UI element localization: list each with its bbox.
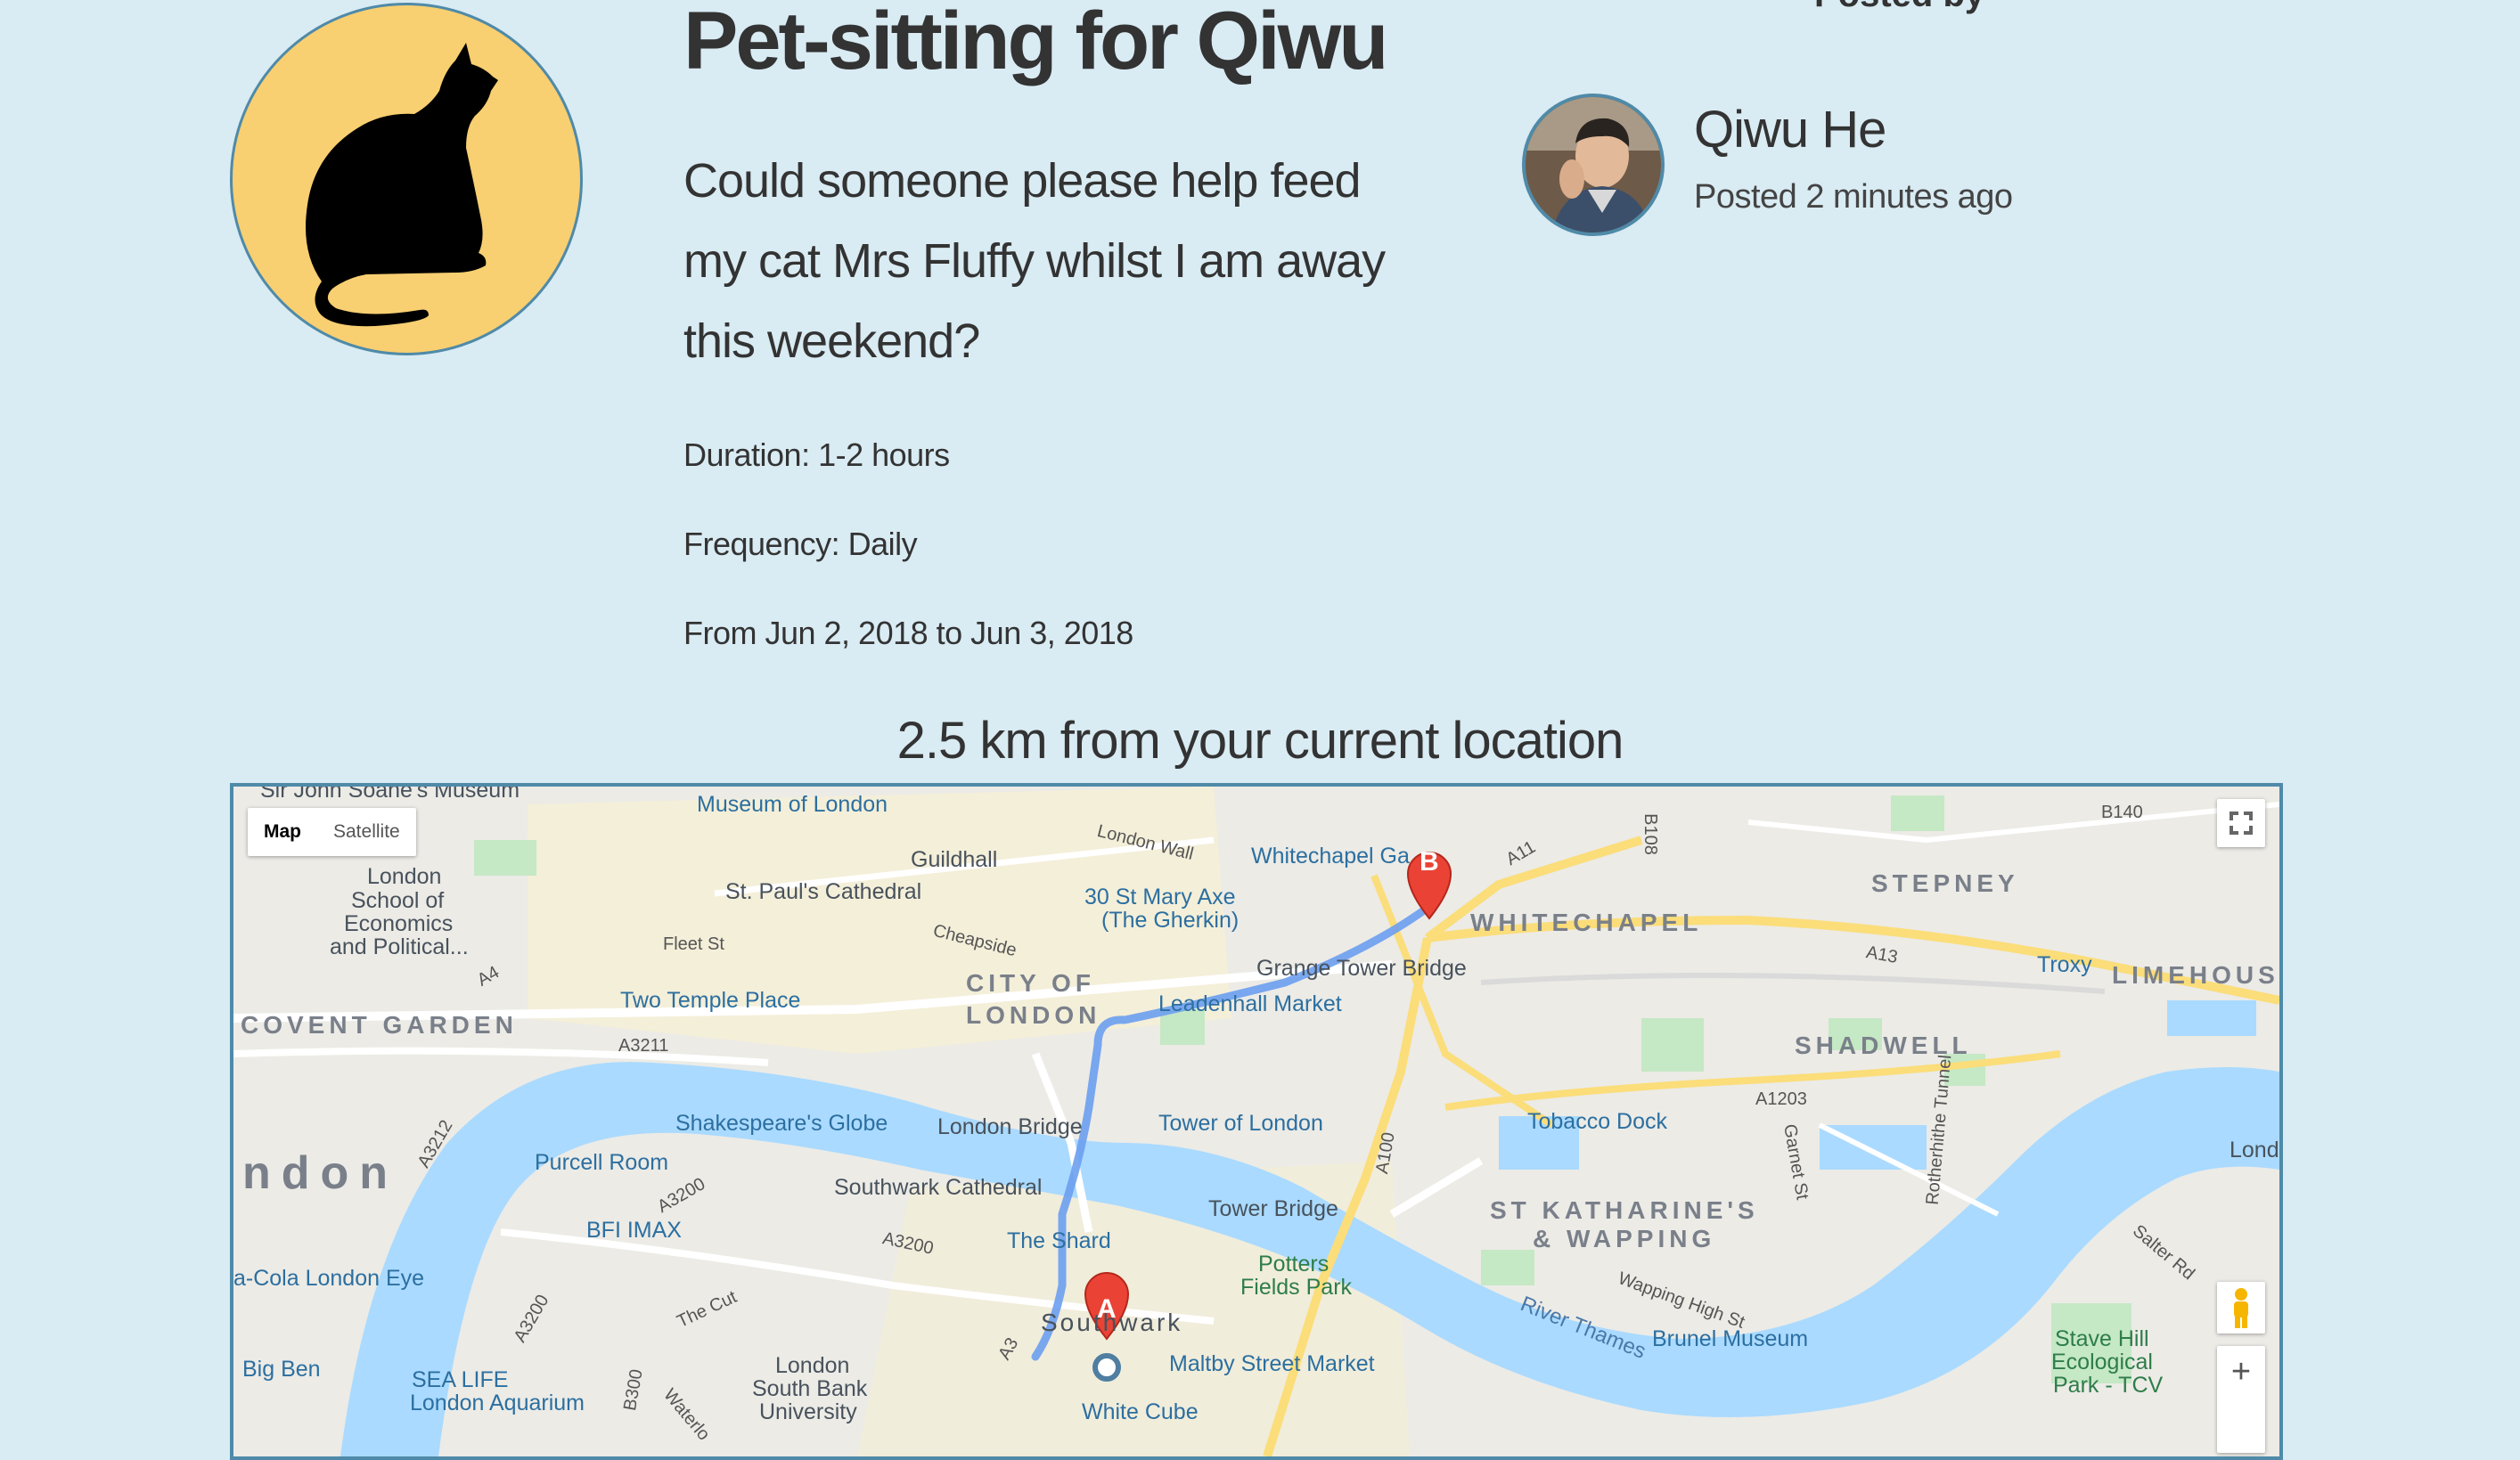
district-label: STEPNEY: [1871, 869, 2019, 897]
poi-label[interactable]: (The Gherkin): [1101, 908, 1239, 934]
poi-label[interactable]: and Political...: [330, 934, 469, 960]
poi-label[interactable]: Whitechapel Ga: [1251, 844, 1410, 869]
post-dates: From Jun 2, 2018 to Jun 3, 2018: [683, 615, 1133, 651]
poi-label[interactable]: SEA LIFE: [412, 1367, 508, 1393]
fullscreen-button[interactable]: [2217, 799, 2265, 847]
posted-by-label: Posted by: [1814, 0, 1984, 15]
road-label: B108: [1640, 813, 1660, 855]
poi-label[interactable]: Brunel Museum: [1652, 1326, 1808, 1352]
post-description: Could someone please help feed my cat Mr…: [683, 154, 1386, 368]
road-label: Fleet St: [663, 934, 724, 954]
poi-label[interactable]: London: [775, 1353, 849, 1379]
poi-label[interactable]: Potters: [1258, 1252, 1329, 1277]
map-type-satellite-button[interactable]: Satellite: [317, 808, 416, 856]
poi-label[interactable]: University: [759, 1399, 857, 1425]
road-label: B140: [2101, 803, 2143, 822]
poi-label[interactable]: Troxy: [2037, 952, 2092, 978]
poi-label[interactable]: Economics: [344, 911, 453, 937]
post-duration: Duration: 1-2 hours: [683, 436, 950, 473]
poi-label[interactable]: St. Paul's Cathedral: [725, 879, 921, 905]
map-type-map-button[interactable]: Map: [248, 808, 317, 856]
marker-b-label[interactable]: B: [1420, 847, 1439, 877]
poi-label[interactable]: Park - TCV: [2053, 1373, 2163, 1399]
poi-label[interactable]: BFI IMAX: [586, 1218, 682, 1244]
district-label: COVENT GARDEN: [241, 1011, 518, 1039]
poi-label[interactable]: Leadenhall Market: [1158, 991, 1342, 1017]
district-label: WHITECHAPEL: [1470, 909, 1703, 936]
user-photo-image: [1526, 97, 1661, 232]
poi-label[interactable]: Stave Hill: [2055, 1326, 2149, 1352]
poi-label[interactable]: Fields Park: [1240, 1275, 1352, 1301]
poi-label[interactable]: Big Ben: [242, 1357, 321, 1383]
poi-label[interactable]: Tower of London: [1158, 1111, 1323, 1137]
cat-icon: [306, 43, 498, 327]
poi-label[interactable]: South Bank: [752, 1376, 867, 1402]
poi-label[interactable]: London: [367, 865, 441, 888]
post-title: Pet-sitting for Qiwu: [683, 0, 1388, 86]
poi-label[interactable]: Tower Bridge: [1208, 1196, 1338, 1222]
post-category-avatar: [230, 3, 583, 355]
pegman-icon: [2234, 1288, 2248, 1328]
poi-label[interactable]: Shakespeare's Globe: [675, 1111, 888, 1137]
poi-label[interactable]: Londo: [2230, 1138, 2279, 1163]
poi-label[interactable]: Purcell Room: [535, 1150, 668, 1176]
district-label: CITY OF: [966, 969, 1095, 997]
poi-label[interactable]: Grange Tower Bridge: [1256, 956, 1467, 982]
map-type-control: Map Satellite: [248, 808, 416, 856]
poster-name[interactable]: Qiwu He: [1694, 100, 1886, 159]
district-label: & WAPPING: [1533, 1225, 1716, 1252]
poi-label[interactable]: Guildhall: [911, 847, 997, 873]
poi-label[interactable]: Tobacco Dock: [1527, 1109, 1667, 1135]
poi-label[interactable]: Sir John Soane's Museum: [260, 787, 520, 803]
poi-label[interactable]: Ecological: [2051, 1350, 2153, 1375]
distance-text: 2.5 km from your current location: [896, 712, 1624, 770]
poi-label[interactable]: Maltby Street Market: [1169, 1351, 1375, 1377]
route-map[interactable]: A B CITY OF LONDON COVENT GARDEN WHITECH…: [230, 783, 2283, 1460]
avatar[interactable]: [1522, 94, 1665, 236]
post-frequency: Frequency: Daily: [683, 526, 918, 562]
posted-time: Posted 2 minutes ago: [1694, 178, 2013, 216]
district-label: ndon: [242, 1147, 399, 1199]
poi-label[interactable]: School of: [351, 888, 444, 914]
road-label: A1203: [1755, 1089, 1807, 1109]
district-label: LIMEHOUSE: [2112, 961, 2283, 989]
poi-label[interactable]: London Bridge: [937, 1114, 1083, 1140]
zoom-in-button[interactable]: +: [2217, 1346, 2265, 1453]
poi-label[interactable]: Two Temple Place: [620, 988, 800, 1014]
poi-label[interactable]: Southwark Cathedral: [834, 1175, 1042, 1201]
poi-label[interactable]: 30 St Mary Axe: [1084, 885, 1236, 910]
poi-label[interactable]: White Cube: [1082, 1399, 1199, 1425]
district-label: LONDON: [966, 1001, 1101, 1029]
poi-label[interactable]: a-Cola London Eye: [233, 1266, 424, 1292]
poi-label[interactable]: Museum of London: [697, 792, 888, 818]
poi-label[interactable]: Southwark: [1041, 1309, 1182, 1337]
fullscreen-icon: [2230, 812, 2253, 835]
street-view-button[interactable]: [2217, 1282, 2265, 1334]
poi-label[interactable]: London Aquarium: [410, 1391, 585, 1416]
poi-label[interactable]: The Shard: [1007, 1228, 1111, 1254]
district-label: ST KATHARINE'S: [1490, 1196, 1759, 1224]
road-label: A3211: [618, 1036, 669, 1056]
